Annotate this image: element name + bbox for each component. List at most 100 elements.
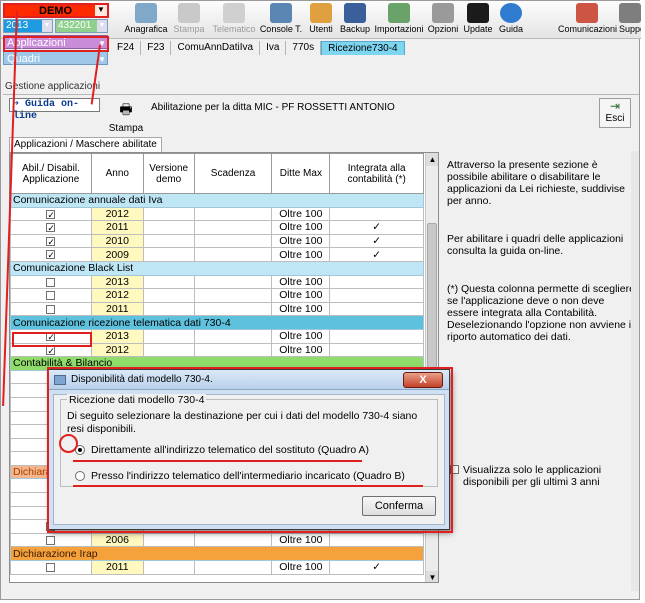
table-row[interactable]: ✓ 2012 Oltre 100 (10, 206, 424, 222)
utenti-button[interactable]: Utenti (305, 3, 337, 34)
abil-checkbox[interactable] (46, 304, 56, 314)
integrata-cell[interactable] (329, 301, 424, 317)
table-row[interactable]: 2013 Oltre 100 (10, 274, 424, 290)
tab-iva[interactable]: Iva (260, 41, 287, 55)
tab-applicazioni-maschere[interactable]: Applicazioni / Maschere abilitate (9, 137, 162, 152)
ditte-cell: Oltre 100 (271, 342, 331, 358)
app-window: DEMO▼ 2013▼ 432201▼ Applicazioni▼ Quadri… (0, 0, 641, 600)
comunicazioni-icon (576, 3, 598, 23)
tab-ricezione730-4[interactable]: Ricezione730-4 (321, 41, 405, 55)
integrata-cell[interactable] (329, 328, 424, 344)
integrata-cell[interactable] (329, 274, 424, 290)
group-row-1: Comunicazione Black List (10, 260, 424, 276)
abil-checkbox[interactable] (46, 535, 56, 545)
anagrafica-button[interactable]: Anagrafica (124, 3, 168, 34)
header-integrata[interactable]: Integrata alla contabilità (*) (329, 153, 424, 194)
importazioni-button[interactable]: Importazioni (373, 3, 425, 34)
abil-cell[interactable]: ✓ (10, 220, 92, 235)
versione-cell (142, 206, 195, 222)
header-abil[interactable]: Abil./ Disabil. Applicazione (10, 153, 92, 194)
exit-icon: ⇥ (609, 99, 621, 113)
abil-cell[interactable] (10, 532, 92, 548)
abil-checkbox[interactable]: ✓ (46, 250, 56, 260)
esci-button[interactable]: ⇥ Esci (599, 98, 631, 128)
module-tabs: F24 F23 ComuAnnDatiIva Iva 770s Ricezion… (111, 39, 405, 55)
abil-checkbox[interactable]: ✓ (46, 236, 56, 246)
integrata-check-icon[interactable]: ✓ (372, 249, 381, 261)
abil-cell[interactable]: ✓ (10, 206, 92, 222)
versione-cell (142, 220, 195, 235)
header-versione[interactable]: Versione demo (142, 153, 195, 194)
scroll-up-icon[interactable]: ▲ (426, 153, 438, 166)
abil-cell[interactable] (10, 288, 92, 303)
tab-f24[interactable]: F24 (111, 41, 142, 55)
page-scrollbar[interactable] (631, 151, 639, 591)
integrata-cell[interactable] (329, 206, 424, 222)
header-ditte[interactable]: Ditte Max (271, 153, 331, 194)
backup-button[interactable]: Backup (339, 3, 371, 34)
stampa-button[interactable]: 🖶 Stampa (105, 99, 147, 134)
header-scadenza[interactable]: Scadenza (193, 153, 273, 194)
console-button[interactable]: Console T. (259, 3, 303, 34)
abil-cell[interactable]: ✓ (10, 247, 92, 262)
ditte-cell: Oltre 100 (271, 220, 331, 235)
abil-cell[interactable] (10, 301, 92, 317)
versione-cell (142, 274, 195, 290)
abil-checkbox[interactable] (46, 277, 56, 287)
header-anno[interactable]: Anno (90, 153, 144, 194)
abil-cell[interactable]: ✓ (10, 233, 92, 249)
visualizza-checkbox-row[interactable]: Visualizza solo le applicazioni disponib… (450, 464, 640, 488)
table-row[interactable]: 2006 Oltre 100 (10, 532, 424, 548)
abil-cell[interactable] (10, 560, 92, 575)
quadri-dropdown[interactable]: Quadri ▼ (3, 51, 108, 65)
table-row[interactable]: 2011 Oltre 100 (10, 301, 424, 317)
scadenza-cell (193, 532, 273, 548)
integrata-cell[interactable]: ✓ (329, 233, 424, 249)
anno-cell: 2006 (90, 532, 144, 548)
comunicazioni-button[interactable]: Comunicazioni (558, 3, 617, 34)
table-row[interactable]: ✓ 2011 Oltre 100 ✓ (10, 220, 424, 235)
abil-checkbox[interactable] (46, 563, 56, 573)
table-row[interactable]: 2011 Oltre 100 ✓ (10, 560, 424, 575)
support-icon (619, 3, 641, 23)
scroll-down-icon[interactable]: ▼ (426, 571, 438, 582)
scadenza-cell (193, 328, 273, 344)
table-row[interactable]: ✓ 2009 Oltre 100 ✓ (10, 247, 424, 262)
annotation-box-row (12, 332, 92, 347)
abil-checkbox[interactable]: ✓ (46, 209, 56, 219)
guida-online-button[interactable]: ➔ Guida on-line (9, 98, 100, 122)
scadenza-cell (193, 220, 273, 235)
scadenza-cell (193, 247, 273, 262)
tab-comuanndatiiva[interactable]: ComuAnnDatiIva (171, 41, 261, 55)
table-row[interactable]: 2012 Oltre 100 (10, 288, 424, 303)
integrata-check-icon[interactable]: ✓ (372, 235, 381, 247)
versione-cell (142, 532, 195, 548)
opzioni-button[interactable]: Opzioni (427, 3, 459, 34)
abil-checkbox[interactable] (46, 291, 56, 301)
integrata-check-icon[interactable]: ✓ (372, 221, 381, 233)
ditte-cell: Oltre 100 (271, 233, 331, 249)
abil-checkbox[interactable]: ✓ (46, 223, 56, 233)
annotation-box-applicazioni (3, 36, 109, 52)
integrata-check-icon[interactable]: ✓ (372, 561, 381, 573)
year-select[interactable]: 2013▼ (3, 19, 53, 33)
update-button[interactable]: Update (461, 3, 495, 34)
ditte-cell: Oltre 100 (271, 288, 331, 303)
integrata-cell[interactable] (329, 532, 424, 548)
integrata-cell[interactable]: ✓ (329, 247, 424, 262)
users-icon (310, 3, 332, 23)
anno-cell: 2011 (90, 560, 144, 575)
versione-cell (142, 233, 195, 249)
integrata-cell[interactable]: ✓ (329, 220, 424, 235)
code-select[interactable]: 432201 ▼ (55, 19, 108, 33)
guida-toolbar-button[interactable]: Guida (497, 3, 525, 34)
integrata-cell[interactable] (329, 288, 424, 303)
table-row[interactable]: ✓ 2010 Oltre 100 ✓ (10, 233, 424, 249)
tab-770s[interactable]: 770s (286, 41, 322, 55)
abil-cell[interactable] (10, 274, 92, 290)
anagrafica-label: Anagrafica (124, 24, 168, 34)
integrata-cell[interactable]: ✓ (329, 560, 424, 575)
tab-f23[interactable]: F23 (141, 41, 172, 55)
support-button[interactable]: Suppo (619, 3, 641, 34)
integrata-cell[interactable] (329, 342, 424, 358)
